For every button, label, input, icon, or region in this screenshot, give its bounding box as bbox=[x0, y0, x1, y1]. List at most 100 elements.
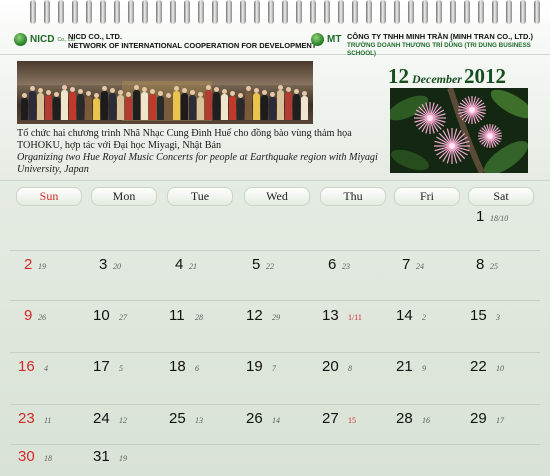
globe-icon bbox=[14, 33, 27, 46]
photo-person-head bbox=[198, 92, 203, 97]
binding-ring bbox=[254, 0, 260, 24]
caption-english: Organizing two Hue Royal Music Concerts … bbox=[17, 152, 378, 175]
binding-ring bbox=[436, 0, 442, 24]
day-cell-30[interactable]: 30 18 bbox=[16, 448, 84, 468]
lunar-date: 8 bbox=[348, 364, 352, 373]
day-cell-4[interactable]: 4 21 bbox=[167, 256, 235, 276]
photo-person bbox=[277, 90, 284, 120]
binding-ring bbox=[408, 0, 414, 24]
spiral-binding bbox=[0, 0, 550, 26]
day-cell-13[interactable]: 13 1/11 bbox=[320, 307, 388, 327]
photo-person-head bbox=[46, 90, 51, 95]
day-cell-20[interactable]: 20 8 bbox=[320, 358, 388, 378]
day-cell-15[interactable]: 15 3 bbox=[468, 307, 536, 327]
binding-ring bbox=[520, 0, 526, 24]
lunar-date: 6 bbox=[195, 364, 199, 373]
photo-person bbox=[37, 93, 44, 120]
photo-person-head bbox=[294, 89, 299, 94]
month-name: December bbox=[412, 72, 462, 86]
day-cell-26[interactable]: 26 14 bbox=[244, 410, 312, 430]
day-cell-22[interactable]: 22 10 bbox=[468, 358, 536, 378]
day-cell-23[interactable]: 23 11 bbox=[16, 410, 84, 430]
day-cell-3[interactable]: 3 20 bbox=[91, 256, 159, 276]
day-cell-2[interactable]: 2 19 bbox=[16, 256, 84, 276]
binding-ring bbox=[58, 0, 64, 24]
lunar-date: 26 bbox=[38, 313, 46, 322]
binding-ring bbox=[366, 0, 372, 24]
day-cell-9[interactable]: 9 26 bbox=[16, 307, 84, 327]
day-cell-28[interactable]: 28 16 bbox=[394, 410, 462, 430]
day-cell-6[interactable]: 6 23 bbox=[320, 256, 388, 276]
photo-person-head bbox=[70, 87, 75, 92]
weekday-header-wed: Wed bbox=[244, 187, 310, 206]
lunar-date: 5 bbox=[119, 364, 123, 373]
weekday-header-thu: Thu bbox=[320, 187, 386, 206]
photo-person bbox=[181, 93, 188, 120]
weekday-header-sat: Sat bbox=[468, 187, 534, 206]
day-cell-1[interactable]: 1 18/10 bbox=[468, 208, 536, 228]
binding-ring bbox=[240, 0, 246, 24]
photo-person bbox=[293, 94, 300, 120]
day-number: 15 bbox=[470, 307, 487, 324]
lunar-date: 21 bbox=[189, 262, 197, 271]
photo-person bbox=[213, 92, 220, 120]
week-row-divider bbox=[10, 404, 540, 405]
photo-person-head bbox=[126, 92, 131, 97]
weekday-header-sun: Sun bbox=[16, 187, 82, 206]
binding-ring bbox=[324, 0, 330, 24]
day-cell-21[interactable]: 21 9 bbox=[394, 358, 462, 378]
binding-ring bbox=[72, 0, 78, 24]
day-cell-24[interactable]: 24 12 bbox=[91, 410, 159, 430]
day-cell-11[interactable]: 11 28 bbox=[167, 307, 235, 327]
binding-ring bbox=[422, 0, 428, 24]
photo-person-head bbox=[30, 86, 35, 91]
day-number: 29 bbox=[470, 410, 487, 427]
day-cell-14[interactable]: 14 2 bbox=[394, 307, 462, 327]
day-cell-7[interactable]: 7 24 bbox=[394, 256, 462, 276]
day-cell-16[interactable]: 16 4 bbox=[16, 358, 84, 378]
binding-ring bbox=[128, 0, 134, 24]
day-cell-19[interactable]: 19 7 bbox=[244, 358, 312, 378]
day-cell-18[interactable]: 18 6 bbox=[167, 358, 235, 378]
year: 2012 bbox=[463, 64, 506, 88]
month-title: 12 December2012 bbox=[388, 64, 538, 88]
lunar-date: 20 bbox=[113, 262, 121, 271]
binding-ring bbox=[86, 0, 92, 24]
binding-ring bbox=[198, 0, 204, 24]
binding-ring bbox=[100, 0, 106, 24]
day-number: 18 bbox=[169, 358, 186, 375]
photo-person-head bbox=[22, 93, 27, 98]
day-cell-8[interactable]: 8 25 bbox=[468, 256, 536, 276]
photo-person bbox=[53, 97, 60, 120]
photo-person bbox=[197, 97, 204, 120]
day-number: 28 bbox=[396, 410, 413, 427]
minh-tran-org-line1: CÔNG TY TNHH MINH TRẦN (MINH TRAN CO., L… bbox=[347, 32, 533, 41]
day-number: 12 bbox=[246, 307, 263, 324]
binding-ring bbox=[44, 0, 50, 24]
day-number: 20 bbox=[322, 358, 339, 375]
day-cell-27[interactable]: 27 15 bbox=[320, 410, 388, 430]
minh-tran-org-name: CÔNG TY TNHH MINH TRẦN (MINH TRAN CO., L… bbox=[347, 32, 547, 59]
photo-person bbox=[101, 91, 108, 120]
day-cell-17[interactable]: 17 5 bbox=[91, 358, 159, 378]
day-cell-25[interactable]: 25 13 bbox=[167, 410, 235, 430]
photo-person-head bbox=[302, 91, 307, 96]
day-number: 3 bbox=[99, 256, 108, 273]
day-cell-31[interactable]: 31 19 bbox=[91, 448, 159, 468]
photo-person-head bbox=[78, 89, 83, 94]
day-number: 25 bbox=[169, 410, 186, 427]
day-cell-12[interactable]: 12 29 bbox=[244, 307, 312, 327]
photo-person bbox=[173, 91, 180, 120]
day-cell-29[interactable]: 29 17 bbox=[468, 410, 536, 430]
lunar-date: 9 bbox=[422, 364, 426, 373]
lunar-date: 25 bbox=[490, 262, 498, 271]
photo-person bbox=[245, 91, 252, 120]
day-cell-10[interactable]: 10 27 bbox=[91, 307, 159, 327]
day-number: 31 bbox=[93, 448, 110, 465]
day-number: 30 bbox=[18, 448, 35, 465]
calendar-header: NICD Co., Ltd NICD CO., LTD. NETWORK OF … bbox=[0, 30, 550, 57]
day-cell-5[interactable]: 5 22 bbox=[244, 256, 312, 276]
lunar-date: 19 bbox=[38, 262, 46, 271]
photo-person-head bbox=[142, 87, 147, 92]
day-number: 7 bbox=[402, 256, 411, 273]
